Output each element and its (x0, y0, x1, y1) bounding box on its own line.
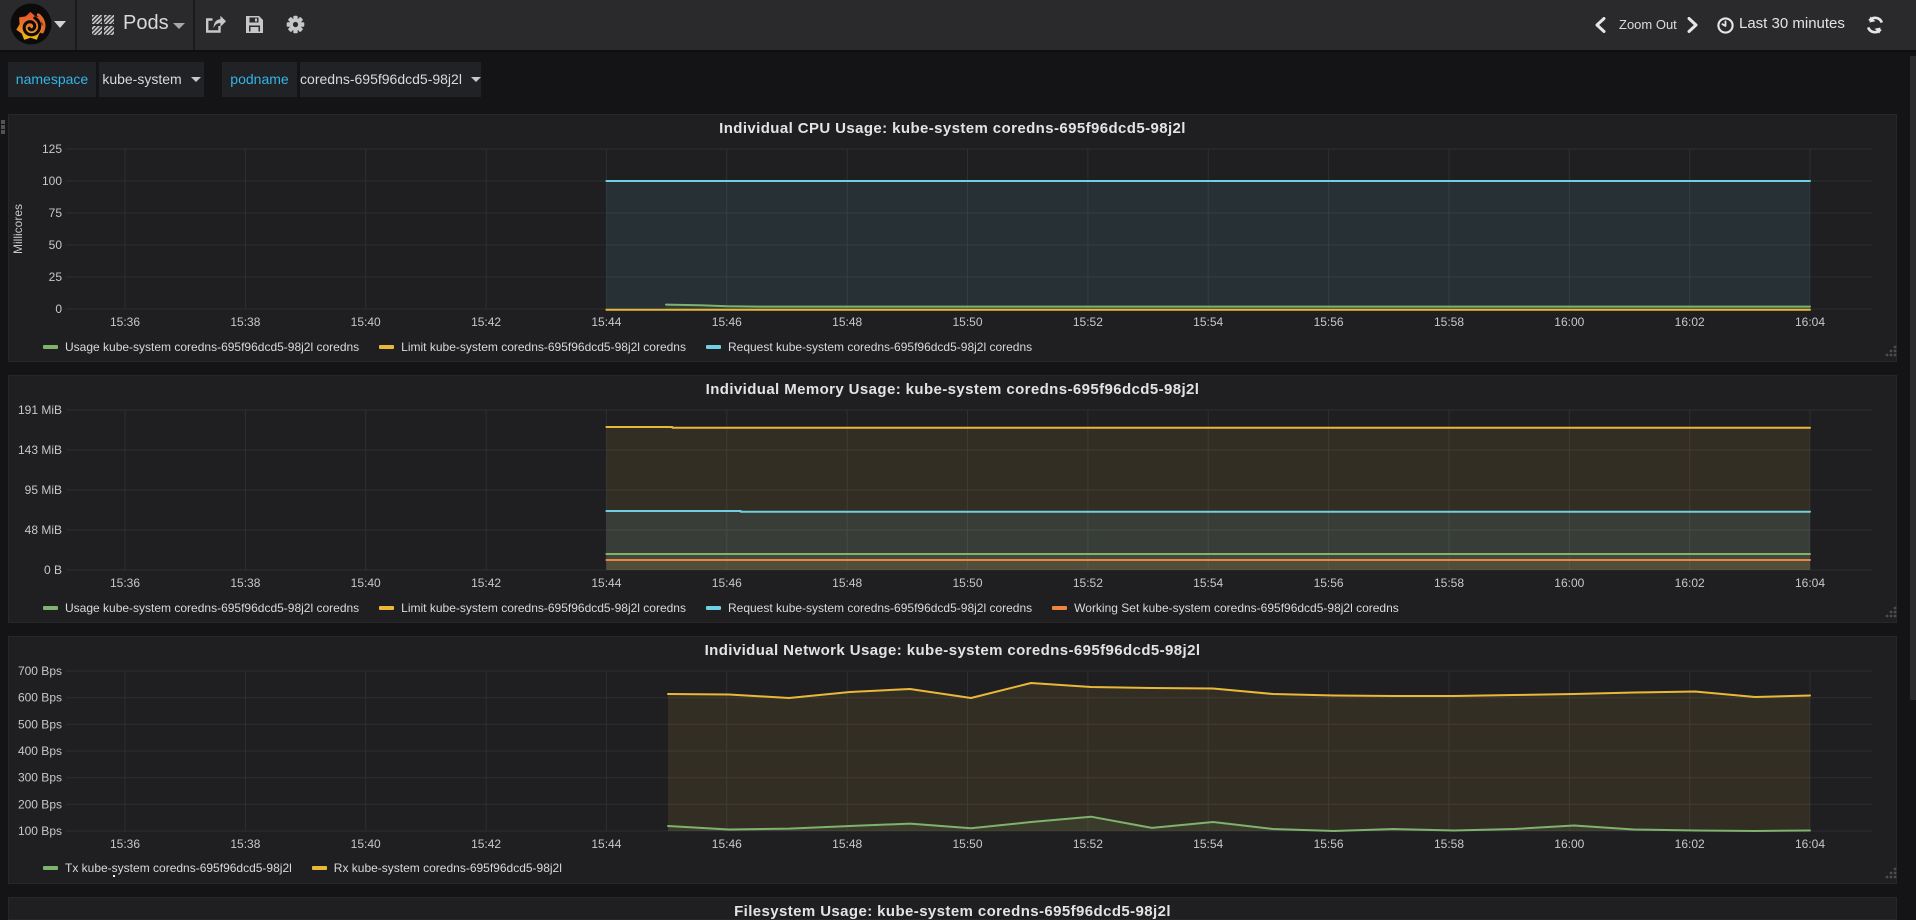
svg-text:15:58: 15:58 (1434, 315, 1464, 329)
svg-text:100 Bps: 100 Bps (18, 824, 62, 838)
svg-text:15:48: 15:48 (832, 315, 862, 329)
svg-text:15:40: 15:40 (351, 576, 381, 590)
svg-text:600 Bps: 600 Bps (18, 691, 62, 705)
svg-text:48 MiB: 48 MiB (25, 523, 62, 537)
svg-text:15:42: 15:42 (471, 837, 501, 851)
svg-text:15:46: 15:46 (712, 837, 742, 851)
svg-text:500 Bps: 500 Bps (18, 717, 62, 731)
svg-text:0: 0 (55, 302, 62, 316)
svg-text:16:02: 16:02 (1675, 315, 1705, 329)
svg-text:15:50: 15:50 (952, 837, 982, 851)
svg-text:15:58: 15:58 (1434, 837, 1464, 851)
svg-text:15:50: 15:50 (952, 576, 982, 590)
svg-text:15:54: 15:54 (1193, 576, 1223, 590)
svg-text:15:48: 15:48 (832, 837, 862, 851)
svg-text:15:54: 15:54 (1193, 837, 1223, 851)
svg-text:15:48: 15:48 (832, 576, 862, 590)
svg-text:16:00: 16:00 (1554, 837, 1584, 851)
svg-text:Millicores: Millicores (11, 204, 25, 254)
svg-text:16:02: 16:02 (1675, 576, 1705, 590)
svg-text:15:40: 15:40 (351, 315, 381, 329)
svg-text:15:38: 15:38 (230, 837, 260, 851)
svg-text:700 Bps: 700 Bps (18, 664, 62, 678)
svg-text:15:44: 15:44 (591, 315, 621, 329)
svg-text:15:52: 15:52 (1073, 837, 1103, 851)
svg-text:143 MiB: 143 MiB (18, 443, 62, 457)
svg-text:15:50: 15:50 (952, 315, 982, 329)
svg-text:16:00: 16:00 (1554, 576, 1584, 590)
svg-text:100: 100 (42, 174, 62, 188)
svg-text:16:04: 16:04 (1795, 837, 1825, 851)
svg-text:15:38: 15:38 (230, 315, 260, 329)
svg-text:15:36: 15:36 (110, 315, 140, 329)
svg-text:300 Bps: 300 Bps (18, 771, 62, 785)
svg-text:125: 125 (42, 142, 62, 156)
svg-text:50: 50 (49, 238, 63, 252)
svg-text:15:46: 15:46 (712, 576, 742, 590)
svg-text:16:04: 16:04 (1795, 576, 1825, 590)
svg-text:15:56: 15:56 (1314, 315, 1344, 329)
svg-text:75: 75 (49, 206, 63, 220)
svg-text:16:04: 16:04 (1795, 315, 1825, 329)
svg-text:25: 25 (49, 270, 63, 284)
svg-text:16:00: 16:00 (1554, 315, 1584, 329)
svg-text:15:54: 15:54 (1193, 315, 1223, 329)
svg-text:15:58: 15:58 (1434, 576, 1464, 590)
svg-text:15:52: 15:52 (1073, 315, 1103, 329)
svg-text:15:36: 15:36 (110, 576, 140, 590)
svg-text:15:46: 15:46 (712, 315, 742, 329)
svg-text:15:36: 15:36 (110, 837, 140, 851)
svg-text:15:38: 15:38 (230, 576, 260, 590)
svg-text:15:42: 15:42 (471, 315, 501, 329)
svg-text:191 MiB: 191 MiB (18, 403, 62, 417)
svg-text:15:56: 15:56 (1314, 576, 1344, 590)
svg-text:15:44: 15:44 (591, 576, 621, 590)
svg-text:16:02: 16:02 (1675, 837, 1705, 851)
svg-text:400 Bps: 400 Bps (18, 744, 62, 758)
svg-text:15:40: 15:40 (351, 837, 381, 851)
svg-text:15:52: 15:52 (1073, 576, 1103, 590)
svg-text:15:42: 15:42 (471, 576, 501, 590)
svg-text:15:56: 15:56 (1314, 837, 1344, 851)
svg-text:200 Bps: 200 Bps (18, 797, 62, 811)
svg-text:0 B: 0 B (44, 563, 62, 577)
svg-text:15:44: 15:44 (591, 837, 621, 851)
svg-text:95 MiB: 95 MiB (25, 483, 62, 497)
